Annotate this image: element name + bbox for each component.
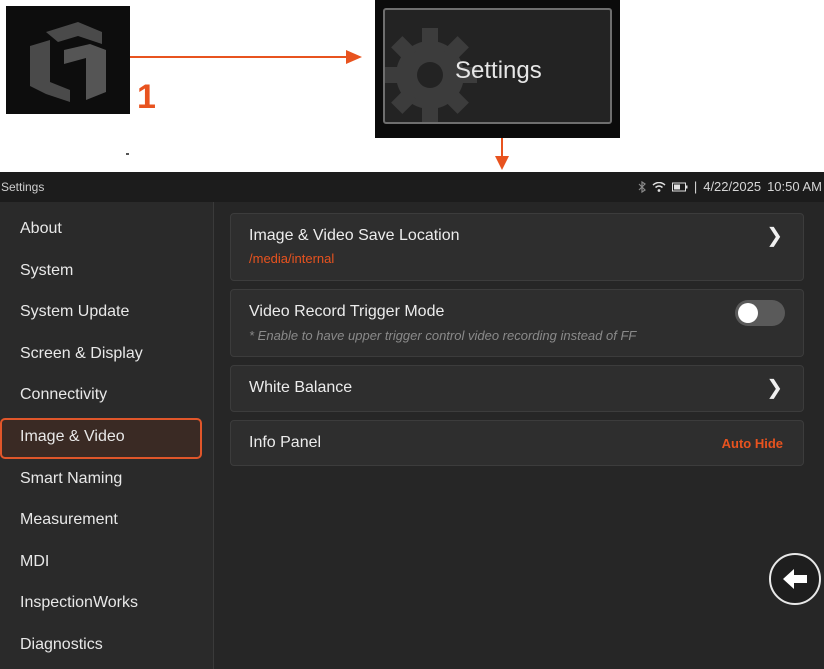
- screen-title: Settings: [1, 180, 45, 194]
- info-panel-value: Auto Hide: [721, 436, 783, 451]
- save-location-title: Image & Video Save Location: [249, 227, 460, 244]
- sidebar-item-connectivity[interactable]: Connectivity: [20, 385, 107, 405]
- app-logo-icon: [30, 22, 106, 102]
- chevron-right-icon: ❯: [766, 377, 783, 399]
- sidebar-item-image-video[interactable]: Image & Video: [20, 427, 125, 447]
- arrow-head-right-icon: [346, 50, 362, 64]
- step-number: 1: [137, 78, 156, 116]
- sidebar-item-smart-naming[interactable]: Smart Naming: [20, 469, 122, 489]
- arrow-down: [501, 138, 503, 158]
- sidebar-item-about[interactable]: About: [20, 219, 62, 239]
- info-panel-title: Info Panel: [249, 434, 322, 451]
- trigger-mode-title: Video Record Trigger Mode: [249, 303, 445, 320]
- status-separator: |: [693, 179, 698, 194]
- trigger-mode-toggle[interactable]: [735, 300, 785, 326]
- sidebar-item-mdi[interactable]: MDI: [20, 552, 49, 572]
- back-arrow-icon: [783, 569, 807, 589]
- back-button[interactable]: [769, 553, 821, 605]
- arrow-head-down-icon: [495, 156, 509, 170]
- info-panel-row[interactable]: Info Panel Auto Hide: [230, 420, 804, 466]
- sidebar-item-diagnostics[interactable]: Diagnostics: [20, 635, 103, 655]
- sidebar-item-system[interactable]: System: [20, 261, 73, 281]
- chevron-right-icon: ❯: [766, 225, 783, 247]
- status-bar: Settings | 4/22/2025 10:50 AM: [0, 172, 824, 202]
- dot-mark: [126, 153, 129, 155]
- status-time: 10:50 AM: [767, 179, 822, 194]
- wifi-icon: [652, 181, 666, 192]
- sidebar-item-measurement[interactable]: Measurement: [20, 510, 118, 530]
- trigger-mode-row: Video Record Trigger Mode * Enable to ha…: [230, 289, 804, 357]
- toggle-knob: [738, 303, 758, 323]
- device-screen: Settings | 4/22/2025 10:50 AM About Syst…: [0, 172, 824, 669]
- sidebar-item-inspectionworks[interactable]: InspectionWorks: [20, 593, 138, 613]
- arrow-right: [130, 56, 352, 58]
- app-launcher-icon[interactable]: [6, 6, 130, 114]
- white-balance-title: White Balance: [249, 379, 353, 396]
- bluetooth-icon: [638, 180, 646, 193]
- white-balance-row[interactable]: White Balance ❯: [230, 365, 804, 412]
- trigger-mode-note: * Enable to have upper trigger control v…: [249, 328, 637, 343]
- battery-icon: [671, 182, 688, 191]
- settings-tile[interactable]: Settings: [375, 0, 620, 138]
- status-date: 4/22/2025: [703, 179, 762, 194]
- settings-tile-label: Settings: [455, 57, 542, 84]
- save-location-row[interactable]: Image & Video Save Location /media/inter…: [230, 213, 804, 281]
- settings-sidebar: About System System Update Screen & Disp…: [0, 202, 214, 669]
- save-location-value: /media/internal: [249, 251, 335, 266]
- sidebar-item-screen-display[interactable]: Screen & Display: [20, 344, 143, 364]
- sidebar-item-system-update[interactable]: System Update: [20, 302, 129, 322]
